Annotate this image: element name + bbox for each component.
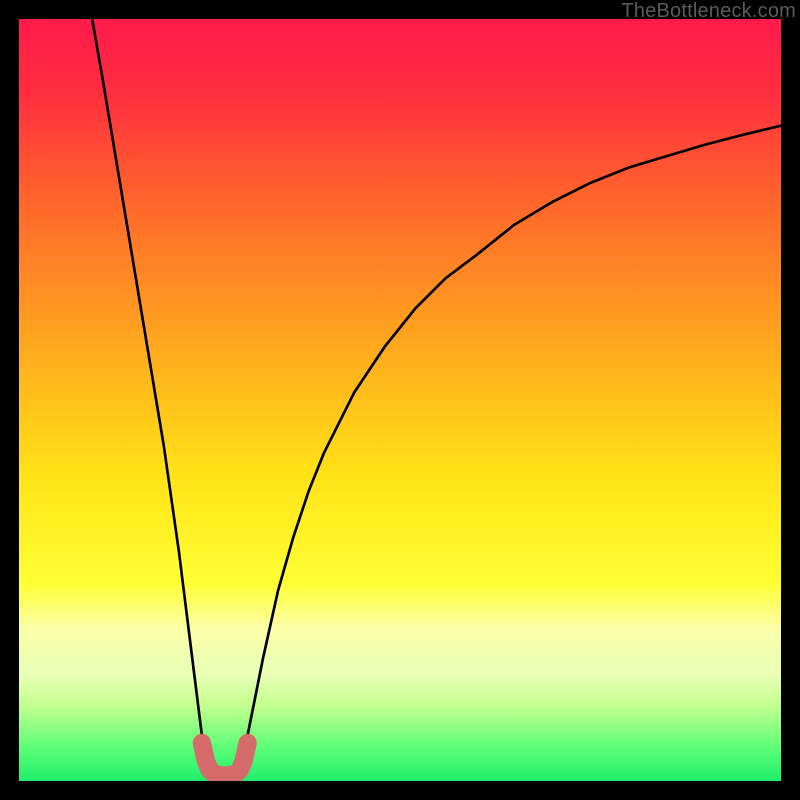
watermark-text: TheBottleneck.com — [621, 0, 796, 23]
plot-area — [19, 19, 781, 781]
chart-curves — [19, 19, 781, 781]
minimum-marker — [202, 743, 248, 776]
chart-frame — [19, 19, 781, 781]
curve-left — [92, 19, 209, 771]
curve-right — [240, 126, 781, 771]
